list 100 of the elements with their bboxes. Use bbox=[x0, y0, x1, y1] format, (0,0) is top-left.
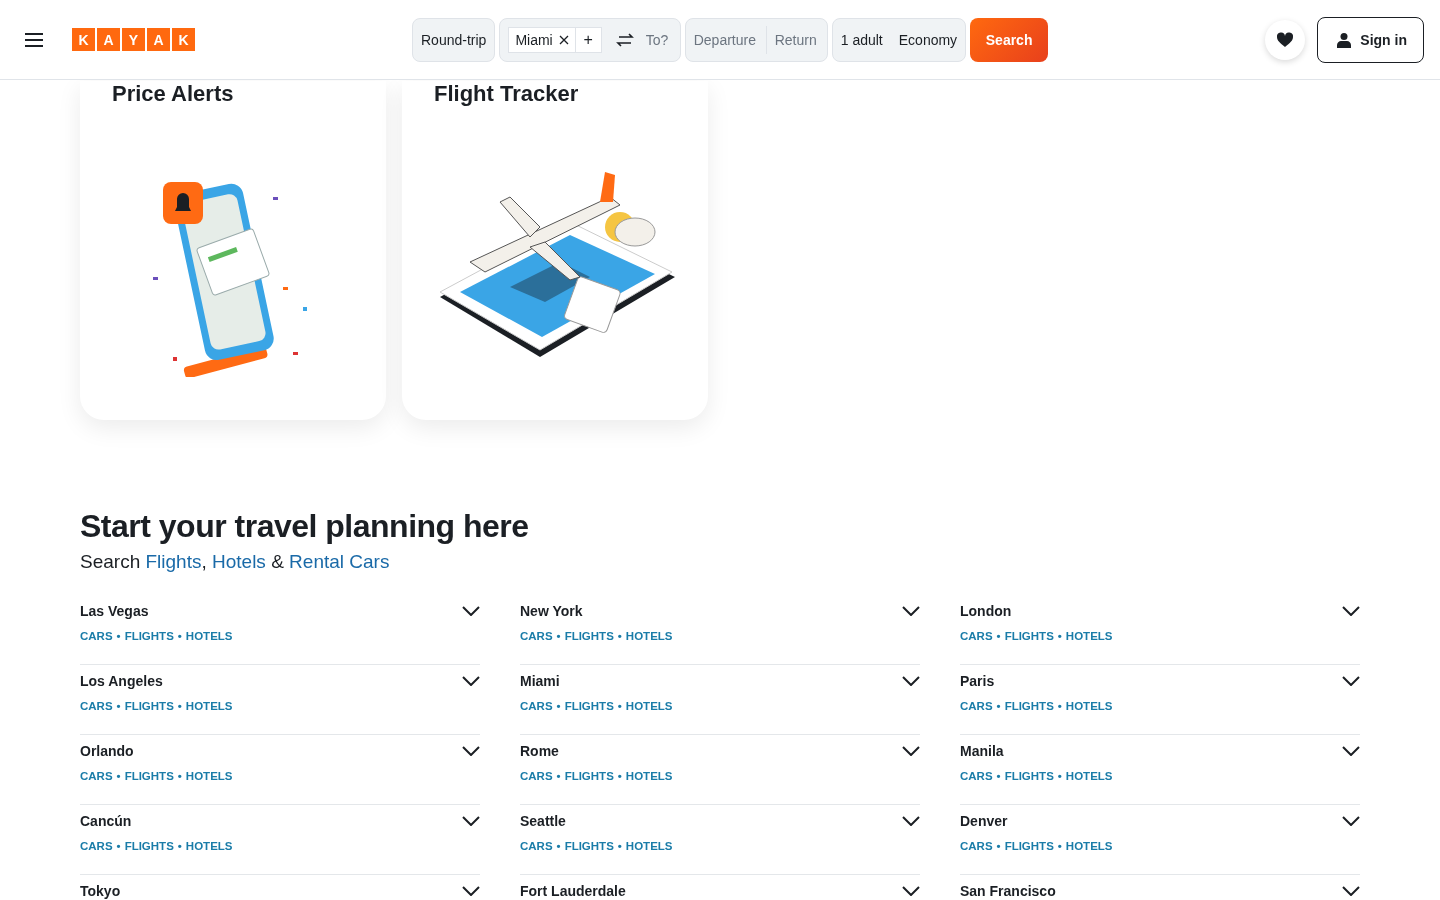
category-link[interactable]: CARS bbox=[520, 630, 553, 642]
city-name: Cancún bbox=[80, 813, 132, 829]
origin-chip: Miami bbox=[508, 26, 576, 53]
chevron-down-icon[interactable] bbox=[462, 746, 480, 756]
category-link[interactable]: FLIGHTS bbox=[1004, 630, 1054, 642]
category-link[interactable]: FLIGHTS bbox=[564, 840, 614, 852]
category-link[interactable]: CARS bbox=[960, 630, 993, 642]
category-link[interactable]: FLIGHTS bbox=[124, 700, 174, 712]
category-link[interactable]: FLIGHTS bbox=[564, 700, 614, 712]
category-link[interactable]: HOTELS bbox=[625, 700, 673, 712]
card-title: Price Alerts bbox=[112, 81, 234, 107]
feature-card[interactable]: Flight Tracker bbox=[402, 81, 708, 420]
add-origin-button[interactable]: + bbox=[575, 26, 602, 53]
category-link[interactable]: HOTELS bbox=[185, 770, 233, 782]
feature-card[interactable]: Price Alerts bbox=[80, 81, 386, 420]
category-link[interactable]: HOTELS bbox=[625, 630, 673, 642]
chevron-down-icon[interactable] bbox=[902, 816, 920, 826]
category-link[interactable]: CARS bbox=[520, 770, 553, 782]
category-link[interactable]: HOTELS bbox=[185, 700, 233, 712]
city-name: Seattle bbox=[520, 813, 566, 829]
category-link[interactable]: FLIGHTS bbox=[124, 840, 174, 852]
category-link[interactable]: FLIGHTS bbox=[124, 770, 174, 782]
category-link[interactable]: HOTELS bbox=[625, 840, 673, 852]
city-name: Miami bbox=[520, 673, 560, 689]
category-link[interactable]: CARS bbox=[960, 770, 993, 782]
category-link[interactable]: CARS bbox=[80, 770, 113, 782]
category-link[interactable]: FLIGHTS bbox=[1004, 840, 1054, 852]
city-name: Fort Lauderdale bbox=[520, 883, 626, 899]
category-link[interactable]: HOTELS bbox=[1065, 630, 1113, 642]
category-link[interactable]: HOTELS bbox=[1065, 770, 1113, 782]
separator-dot: • bbox=[116, 630, 121, 642]
separator-dot: • bbox=[177, 700, 182, 712]
category-link[interactable]: FLIGHTS bbox=[1004, 770, 1054, 782]
city-name: Rome bbox=[520, 743, 559, 759]
category-link[interactable]: FLIGHTS bbox=[564, 770, 614, 782]
chevron-down-icon[interactable] bbox=[902, 676, 920, 686]
departure-input[interactable]: Departure bbox=[693, 31, 766, 48]
city-name: Denver bbox=[960, 813, 1008, 829]
swap-icon[interactable] bbox=[615, 32, 634, 47]
chevron-down-icon[interactable] bbox=[462, 676, 480, 686]
chevron-down-icon[interactable] bbox=[462, 886, 480, 896]
subtitle-link[interactable]: Flights bbox=[145, 551, 202, 572]
category-link[interactable]: HOTELS bbox=[625, 770, 673, 782]
category-link[interactable]: CARS bbox=[520, 700, 553, 712]
category-link[interactable]: CARS bbox=[960, 700, 993, 712]
category-link[interactable]: FLIGHTS bbox=[1004, 700, 1054, 712]
chevron-down-icon[interactable] bbox=[1342, 746, 1360, 756]
separator-dot: • bbox=[116, 840, 121, 852]
separator-dot: • bbox=[996, 840, 1001, 852]
cabin-dropdown[interactable]: Economy bbox=[898, 31, 958, 48]
subtitle-link[interactable]: Rental Cars bbox=[289, 551, 390, 572]
subtitle-link[interactable]: Hotels bbox=[212, 551, 266, 572]
city-name: Manila bbox=[960, 743, 1004, 759]
person-icon bbox=[1336, 31, 1353, 48]
favorites-button[interactable] bbox=[1265, 19, 1306, 60]
separator-dot: • bbox=[116, 700, 121, 712]
category-link[interactable]: CARS bbox=[80, 630, 113, 642]
chevron-down-icon[interactable] bbox=[902, 746, 920, 756]
close-icon[interactable] bbox=[558, 34, 569, 45]
category-link[interactable]: CARS bbox=[520, 840, 553, 852]
sign-in-button[interactable]: Sign in bbox=[1317, 16, 1424, 63]
separator-dot: • bbox=[556, 700, 561, 712]
separator-dot: • bbox=[1057, 630, 1062, 642]
chevron-down-icon[interactable] bbox=[902, 886, 920, 896]
return-input[interactable]: Return bbox=[774, 31, 827, 48]
chevron-down-icon[interactable] bbox=[462, 606, 480, 616]
category-link[interactable]: HOTELS bbox=[185, 840, 233, 852]
menu-icon[interactable] bbox=[24, 31, 44, 48]
separator-dot: • bbox=[556, 630, 561, 642]
category-link[interactable]: FLIGHTS bbox=[564, 630, 614, 642]
city-name: Tokyo bbox=[80, 883, 121, 899]
category-link[interactable]: HOTELS bbox=[1065, 700, 1113, 712]
separator-dot: • bbox=[996, 770, 1001, 782]
category-link[interactable]: CARS bbox=[960, 840, 993, 852]
city-name: London bbox=[960, 603, 1012, 619]
separator-dot: • bbox=[116, 770, 121, 782]
separator-dot: • bbox=[1057, 700, 1062, 712]
category-link[interactable]: HOTELS bbox=[1065, 840, 1113, 852]
chevron-down-icon[interactable] bbox=[1342, 606, 1360, 616]
chevron-down-icon[interactable] bbox=[462, 816, 480, 826]
chevron-down-icon[interactable] bbox=[1342, 886, 1360, 896]
destination-input[interactable]: To? bbox=[645, 31, 672, 48]
separator-dot: • bbox=[617, 700, 622, 712]
separator-dot: • bbox=[556, 840, 561, 852]
search-button[interactable]: Search bbox=[970, 17, 1049, 62]
category-link[interactable]: CARS bbox=[80, 700, 113, 712]
city-name: New York bbox=[520, 603, 583, 619]
travelers-dropdown[interactable]: 1 adult bbox=[840, 31, 883, 48]
chevron-down-icon[interactable] bbox=[1342, 816, 1360, 826]
trip-type-dropdown[interactable]: Round-trip bbox=[412, 17, 496, 62]
separator-dot: • bbox=[177, 770, 182, 782]
chevron-down-icon[interactable] bbox=[902, 606, 920, 616]
card-title: Flight Tracker bbox=[434, 81, 579, 107]
chevron-down-icon[interactable] bbox=[1342, 676, 1360, 686]
heart-icon bbox=[1276, 31, 1295, 48]
category-link[interactable]: HOTELS bbox=[185, 630, 233, 642]
city-name: Orlando bbox=[80, 743, 134, 759]
category-link[interactable]: CARS bbox=[80, 840, 113, 852]
category-link[interactable]: FLIGHTS bbox=[124, 630, 174, 642]
logo[interactable]: K A Y A K bbox=[72, 28, 195, 51]
